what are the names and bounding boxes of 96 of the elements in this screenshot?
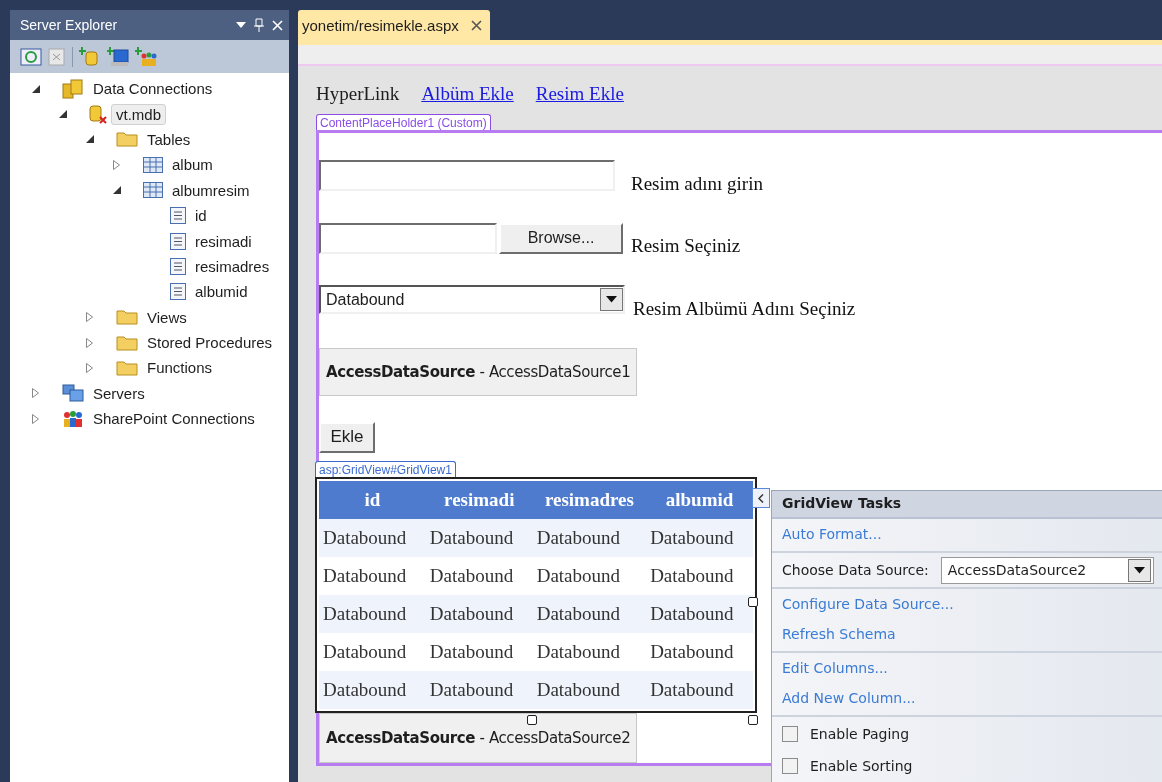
table-cell: Databound	[646, 671, 753, 709]
task-link[interactable]: Add New Column...	[782, 684, 1162, 714]
dropdown-arrow-icon	[606, 296, 617, 304]
hyperlink-control-text[interactable]: HyperLink	[316, 83, 400, 105]
table-cell: Databound	[646, 595, 753, 633]
database-error-icon	[89, 104, 107, 125]
folder-icon	[116, 131, 138, 148]
column-header: albumid	[646, 481, 753, 519]
close-icon[interactable]	[470, 19, 482, 31]
placeholder-tag: ContentPlaceHolder1 (Custom)	[316, 114, 491, 130]
tree-item[interactable]: SharePoint Connections	[88, 408, 260, 430]
column-icon	[170, 257, 186, 275]
text-input-field[interactable]	[319, 160, 615, 191]
collapse-arrow-icon[interactable]	[113, 186, 121, 195]
panel-title: Server Explorer	[20, 17, 118, 33]
database-icon	[62, 78, 84, 99]
expand-arrow-icon[interactable]	[86, 363, 93, 373]
data-source-control[interactable]: AccessDataSource - AccessDataSource1	[319, 347, 637, 396]
checkbox[interactable]	[782, 758, 798, 774]
resize-handle[interactable]	[748, 715, 758, 725]
field-label: Resim Albümü Adını Seçiniz	[633, 297, 856, 320]
expand-arrow-icon[interactable]	[86, 312, 93, 323]
table-icon	[143, 156, 163, 173]
chevron-left-icon	[758, 493, 764, 503]
checkbox-label: Enable Paging	[810, 726, 910, 742]
task-link[interactable]: Auto Format...	[782, 520, 1162, 550]
add-button[interactable]: Ekle	[319, 422, 375, 453]
data-source-control[interactable]: AccessDataSource - AccessDataSource2	[319, 713, 637, 763]
table-cell: Databound	[319, 671, 426, 709]
smart-tag-button[interactable]	[752, 488, 770, 508]
tree-item[interactable]: resimadi	[190, 230, 257, 252]
gridview-tag: asp:GridView#GridView1	[315, 461, 456, 477]
collapse-arrow-icon[interactable]	[86, 135, 94, 144]
task-link[interactable]: Edit Columns...	[782, 654, 1162, 684]
tree-item[interactable]: Views	[142, 306, 192, 328]
tree-item[interactable]: Data Connections	[88, 78, 218, 100]
table-cell: Databound	[646, 519, 753, 557]
table-cell: Databound	[532, 595, 647, 633]
table-cell: Databound	[425, 519, 533, 557]
column-header: id	[319, 481, 426, 519]
servers-icon	[62, 384, 84, 403]
tree-item[interactable]: Servers	[88, 382, 150, 404]
folder-icon	[116, 309, 138, 326]
hyperlink[interactable]: Albüm Ekle	[421, 83, 514, 105]
expand-arrow-icon[interactable]	[32, 388, 39, 399]
hyperlink[interactable]: Resim Ekle	[535, 83, 624, 105]
tasks-panel-title: GridView Tasks	[772, 491, 1162, 519]
tree-item[interactable]: resimadres	[190, 255, 275, 277]
tree-item[interactable]: album	[167, 154, 218, 176]
table-cell: Databound	[425, 671, 533, 709]
expand-arrow-icon[interactable]	[113, 159, 120, 170]
dropdown-icon[interactable]	[236, 22, 246, 28]
column-icon	[170, 283, 186, 301]
tree-item[interactable]: Tables	[142, 128, 196, 150]
tree-item[interactable]: Stored Procedures	[142, 332, 278, 354]
tree-item[interactable]: albumresim	[167, 179, 255, 201]
resize-handle[interactable]	[748, 597, 758, 607]
table-cell: Databound	[532, 519, 647, 557]
tree-item[interactable]: Functions	[142, 357, 218, 379]
people-icon	[62, 409, 84, 428]
table-cell: Databound	[319, 595, 426, 633]
tree-item[interactable]: vt.mdb	[111, 103, 166, 125]
tree-item[interactable]: id	[190, 205, 212, 227]
resize-handle[interactable]	[527, 715, 537, 725]
task-link[interactable]: Configure Data Source...	[782, 590, 1162, 620]
collapse-arrow-icon[interactable]	[32, 84, 40, 93]
expand-arrow-icon[interactable]	[86, 337, 93, 348]
album-dropdown[interactable]: Databound	[319, 285, 625, 315]
refresh-icon[interactable]	[20, 46, 42, 67]
table-cell: Databound	[319, 519, 426, 557]
file-path-field[interactable]	[319, 222, 497, 254]
column-header: resimadi	[425, 481, 533, 519]
browse-button[interactable]: Browse...	[499, 222, 623, 254]
table-cell: Databound	[425, 595, 533, 633]
dropdown-arrow-icon	[1133, 566, 1145, 574]
table-icon	[143, 182, 163, 199]
field-label: Resim Seçiniz	[631, 235, 741, 258]
folder-icon	[116, 360, 138, 376]
column-icon	[170, 232, 186, 250]
data-source-dropdown[interactable]: AccessDataSource2	[940, 556, 1154, 584]
column-icon	[170, 207, 186, 225]
table-cell: Databound	[532, 671, 647, 709]
add-sharepoint-icon[interactable]	[135, 46, 157, 67]
document-tab[interactable]: yonetim/resimekle.aspx	[298, 10, 490, 40]
task-link[interactable]: Refresh Schema	[782, 620, 1162, 650]
expand-arrow-icon[interactable]	[32, 413, 39, 424]
data-source-label: Choose Data Source:	[782, 562, 929, 578]
column-header: resimadres	[532, 481, 647, 519]
checkbox-label: Enable Sorting	[810, 758, 913, 774]
checkbox[interactable]	[782, 726, 798, 742]
pin-icon[interactable]	[254, 18, 264, 32]
add-server-icon[interactable]	[107, 46, 129, 67]
field-label: Resim adını girin	[631, 172, 763, 195]
collapse-arrow-icon[interactable]	[59, 110, 67, 119]
tree-item[interactable]: albumid	[190, 281, 253, 303]
folder-icon	[116, 334, 138, 351]
